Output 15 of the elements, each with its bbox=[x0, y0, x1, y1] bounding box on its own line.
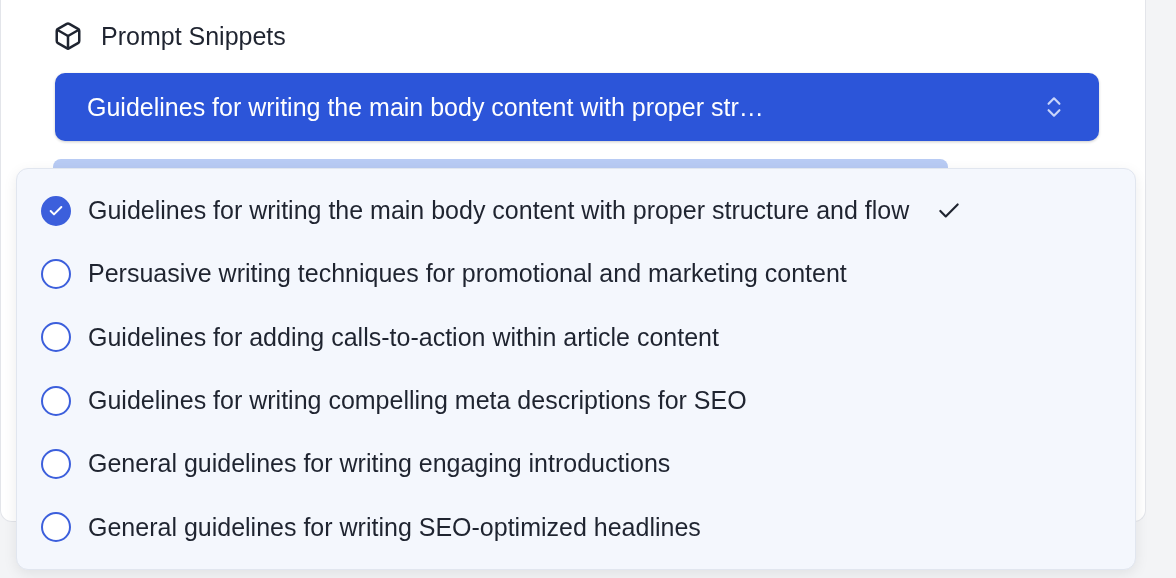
dropdown-option[interactable]: Guidelines for writing compelling meta descriptions for SEO bbox=[17, 369, 1135, 433]
dropdown-option[interactable]: General guidelines for writing SEO-optimized headlines bbox=[17, 495, 1135, 559]
radio-button[interactable] bbox=[41, 195, 71, 226]
radio-button[interactable] bbox=[41, 322, 71, 353]
dropdown-option[interactable]: Guidelines for writing the main body content with proper structure and flow bbox=[17, 179, 1135, 243]
radio-button[interactable] bbox=[41, 385, 71, 416]
dropdown-option[interactable]: Persuasive writing techniques for promotional and marketing content bbox=[17, 242, 1135, 306]
dropdown-option[interactable]: Guidelines for adding calls-to-action within article content bbox=[17, 305, 1135, 369]
box-icon bbox=[53, 21, 83, 51]
radio-button[interactable] bbox=[41, 259, 71, 289]
snippet-select[interactable]: Guidelines for writing the main body content with proper str… bbox=[55, 73, 1099, 141]
section-title: Prompt Snippets bbox=[101, 21, 286, 51]
dropdown-option[interactable]: General guidelines for writing engaging introductions bbox=[17, 432, 1135, 496]
radio-button[interactable] bbox=[41, 448, 71, 479]
radio-button[interactable] bbox=[41, 512, 71, 543]
